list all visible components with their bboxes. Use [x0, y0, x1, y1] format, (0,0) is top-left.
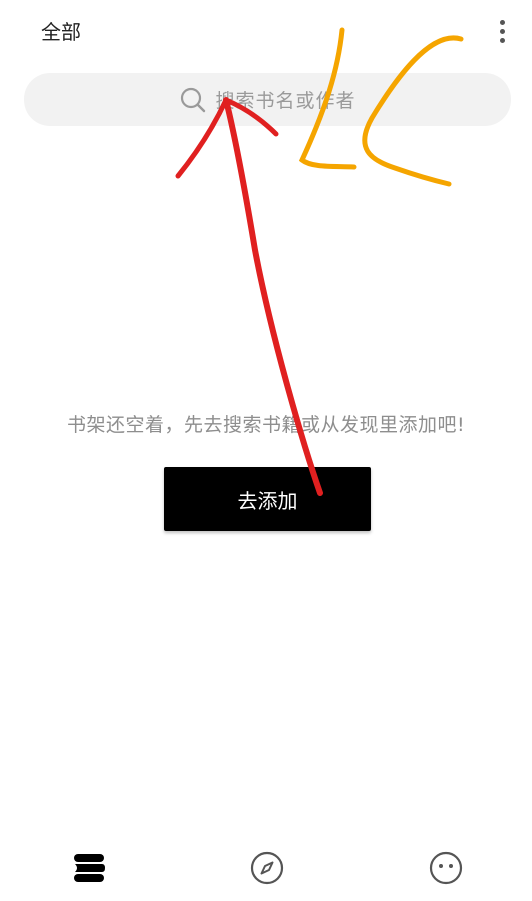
nav-discover[interactable] [234, 835, 300, 901]
more-vertical-icon [499, 19, 505, 25]
more-vertical-icon-dot [499, 28, 505, 34]
search-placeholder: 搜索书名或作者 [215, 90, 356, 112]
nav-profile[interactable] [413, 835, 479, 901]
more-options-button[interactable] [492, 16, 512, 46]
compass-icon [250, 851, 284, 885]
page-title[interactable]: 全部 [41, 18, 81, 46]
bookshelf-screen: 全部 搜索书名或作者 书架还空着，先去搜索书籍或从发现里添加吧! 去添加 [0, 0, 532, 901]
empty-shelf-message: 书架还空着，先去搜索书籍或从发现里添加吧! [66, 414, 466, 436]
search-icon [179, 86, 207, 114]
hand-drawn-annotations [175, 27, 464, 496]
bookshelf-icon [74, 854, 105, 882]
search-bar[interactable]: 搜索书名或作者 [24, 73, 511, 126]
add-books-button[interactable]: 去添加 [164, 467, 371, 531]
nav-bookshelf[interactable] [56, 835, 122, 901]
smiley-face-icon [429, 851, 463, 885]
bottom-navigation [0, 835, 532, 901]
more-vertical-icon-dot [499, 37, 505, 43]
